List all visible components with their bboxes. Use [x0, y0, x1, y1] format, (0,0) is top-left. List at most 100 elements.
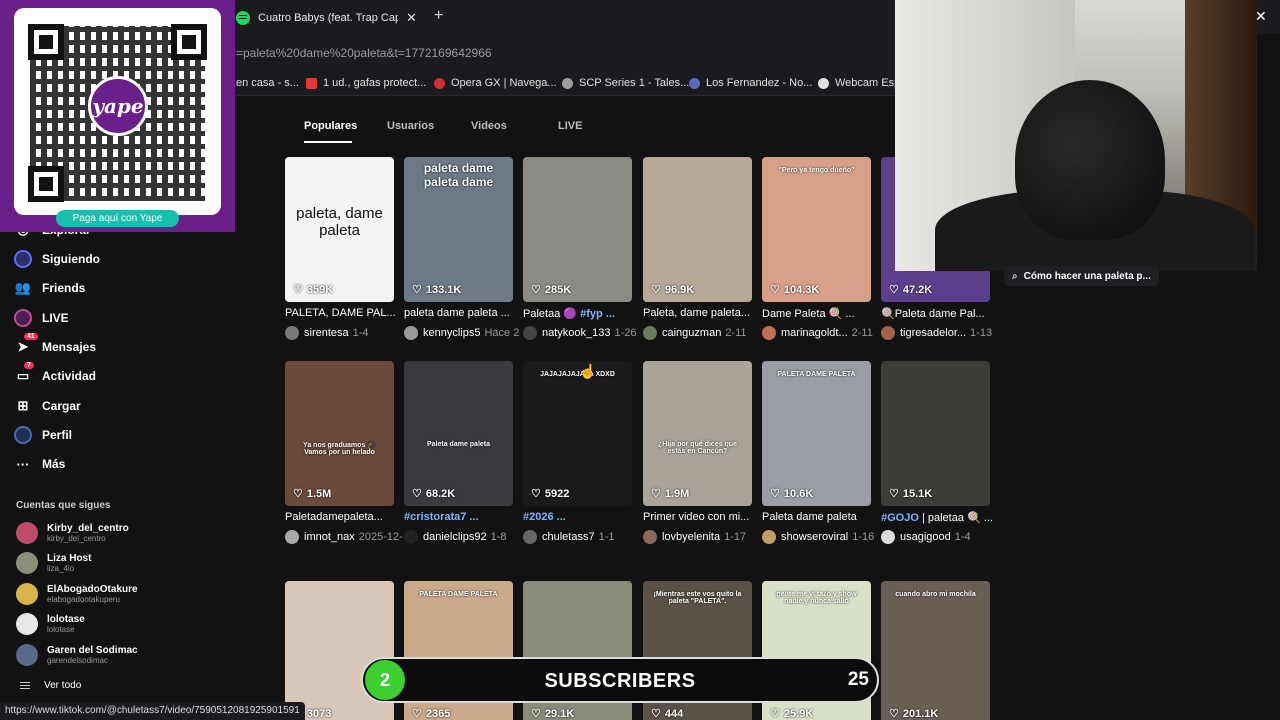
spotify-icon [236, 11, 250, 25]
video-description[interactable]: Paletaa 🟣 #fyp ... [523, 307, 639, 320]
webcam-overlay [895, 0, 1257, 271]
hashtag[interactable]: #GOJO [881, 512, 919, 524]
video-author[interactable]: showseroviral 1-16 [762, 530, 880, 544]
account-handle: lolotase [47, 624, 75, 634]
video-description[interactable]: Paleta dame paleta [762, 511, 878, 523]
hashtag[interactable]: #fyp ... [580, 308, 615, 320]
tab-usuarios[interactable]: Usuarios [387, 120, 434, 132]
video-thumbnail[interactable]: "Pero ya tengo dueño" ♡ 104.3K [762, 157, 871, 302]
url-text[interactable]: =paleta%20dame%20paleta&t=1772169642966 [236, 46, 492, 60]
search-suggestion[interactable]: ⌕ Cómo hacer una paleta p... [1004, 266, 1159, 286]
close-icon[interactable]: ✕ [1255, 8, 1267, 25]
video-thumbnail[interactable]: cuando abro mi mochila ♡ 201.1K [881, 581, 990, 720]
friends-icon: 👥 [14, 280, 32, 295]
like-count: ♡ 444 [651, 707, 683, 720]
video-author[interactable]: sirentesa 1-4 [285, 326, 403, 340]
followed-account[interactable]: Liza Host liza_4io [16, 550, 91, 576]
bookmark[interactable]: en casa - s... [236, 77, 299, 89]
hashtag[interactable]: #2026 ... [523, 511, 566, 523]
like-count-value: 96.9K [664, 283, 695, 296]
sidebar-item-friends[interactable]: 👥 Friends [14, 277, 85, 299]
video-thumbnail[interactable]: PALETA DAME PALETA ♡ 10.6K [762, 361, 871, 506]
sidebar-item-mas[interactable]: ··· Más [14, 453, 66, 475]
video-description[interactable]: #2026 ... [523, 511, 639, 523]
subscribers-label: SUBSCRIBERS [544, 670, 696, 692]
bookmark[interactable]: Opera GX | Navega... [434, 77, 557, 89]
sidebar-item-label: Friends [42, 281, 86, 295]
video-author[interactable]: chuletass7 1-1 [523, 530, 641, 544]
sidebar-item-perfil[interactable]: Perfil [14, 424, 72, 446]
video-author[interactable]: natykook_133 1-26 [523, 326, 641, 340]
active-tab-indicator [304, 141, 352, 143]
author-avatar [523, 326, 537, 340]
video-thumbnail[interactable]: Paleta dame paleta ♡ 68.2K [404, 361, 513, 506]
thumbnail-caption: Paleta dame paleta [426, 441, 491, 448]
video-author[interactable]: imnot_nax 2025-12- [285, 530, 403, 544]
bookmark[interactable]: Webcam Espe [818, 77, 906, 89]
description-text: Paletaa 🟣 [523, 308, 581, 320]
followed-account[interactable]: lolotase lolotase [16, 611, 85, 637]
video-thumbnail[interactable]: JAJAJAJAJAJA XDXD ♡ 5922 [523, 361, 632, 506]
description-text: | paletaa 🍭 ... [918, 512, 993, 524]
video-author[interactable]: lovbyelenita 1-17 [643, 530, 761, 544]
like-count-value: 104.3K [783, 283, 820, 296]
tab-videos[interactable]: Videos [471, 120, 507, 132]
sidebar-item-cargar[interactable]: ⊞ Cargar [14, 395, 81, 417]
hashtag[interactable]: #cristorata7 ... [404, 511, 479, 523]
video-thumbnail[interactable]: paleta dame paleta dame ♡ 133.1K [404, 157, 513, 302]
video-author[interactable]: cainguzman 2-11 [643, 326, 761, 340]
video-thumbnail[interactable]: ¿Hija por qué dices que estás en Cancún?… [643, 361, 752, 506]
video-author[interactable]: usagigood 1-4 [881, 530, 999, 544]
video-description[interactable]: paleta dame paleta ... [404, 307, 520, 319]
followed-account[interactable]: Garen del Sodimac garendelsodimac [16, 642, 138, 668]
heart-icon: ♡ [770, 708, 780, 720]
video-description[interactable]: Dame Paleta 🍭 ... [762, 307, 878, 320]
bookmark[interactable]: 1 ud., gafas protect... [306, 77, 426, 89]
video-thumbnail[interactable]: Ya nos graduamos 🎓 Vamos por un helado ♡ 1… [285, 361, 394, 506]
video-author[interactable]: kennyclips5 Hace 2 [404, 326, 522, 340]
like-count-value: 3073 [306, 707, 332, 720]
video-description[interactable]: Paletadamepaleta... [285, 511, 401, 523]
sidebar-item-label: Más [42, 457, 66, 471]
sidebar-item-live[interactable]: LIVE [14, 307, 69, 329]
author-username: tigresadelor... [900, 327, 967, 339]
video-description[interactable]: 🍭Paleta dame Pal... [881, 307, 997, 320]
video-description[interactable]: #cristorata7 ... [404, 511, 520, 523]
video-description[interactable]: Primer video con mi... [643, 511, 759, 523]
author-avatar [285, 530, 299, 544]
account-name: lolotase [47, 613, 85, 625]
video-author[interactable]: marinagoldt... 2-11 [762, 326, 880, 340]
sidebar-item-siguiendo[interactable]: Siguiendo [14, 248, 100, 270]
video-date: 2-11 [851, 327, 873, 339]
video-author[interactable]: danielclips92 1-8 [404, 530, 522, 544]
heart-icon: ♡ [531, 488, 541, 500]
followed-account[interactable]: Kirby_del_centro kirby_del_centro [16, 520, 129, 546]
video-thumbnail[interactable]: ♡ 15.1K [881, 361, 990, 506]
followed-account[interactable]: ElAbogadoOtakure elabogadootakuperu [16, 581, 138, 607]
video-thumbnail[interactable]: ♡ 96.9K [643, 157, 752, 302]
browser-tab[interactable]: Cuatro Babys (feat. Trap Capos, Nokles) … [236, 6, 426, 30]
bookmark-label: Opera GX | Navega... [451, 77, 557, 89]
sidebar-item-mensajes[interactable]: ➤ 41 Mensajes [14, 333, 96, 358]
sidebar-item-actividad[interactable]: ▭ 7 Actividad [14, 362, 97, 387]
video-description[interactable]: PALETA, DAME PAL... [285, 307, 401, 319]
video-thumbnail[interactable]: ♡ 285K [523, 157, 632, 302]
see-all-link[interactable]: Ver todo [20, 680, 81, 691]
video-author[interactable]: tigresadelor... 1-13 [881, 326, 999, 340]
like-count-value: 133.1K [425, 283, 462, 296]
subscribers-count: 25 [847, 669, 869, 690]
author-avatar [404, 326, 418, 340]
pay-with-yape-button[interactable]: Paga aquí con Yape [56, 210, 179, 227]
thumbnail-caption: ¿Hija por qué dices que estás en Cancún? [658, 441, 737, 455]
video-thumbnail[interactable]: paleta, dame paleta ♡ 359K [285, 157, 394, 302]
bookmark[interactable]: Los Fernandez - No... [689, 77, 812, 89]
sidebar-item-label: Actividad [42, 369, 97, 383]
bookmark[interactable]: SCP Series 1 - Tales... [562, 77, 689, 89]
bookmark-icon [818, 77, 829, 89]
new-tab-button[interactable]: + [434, 7, 443, 25]
video-description[interactable]: #GOJO | paletaa 🍭 ... [881, 511, 997, 524]
tab-close-icon[interactable]: ✕ [406, 10, 417, 26]
tab-live[interactable]: LIVE [558, 120, 582, 132]
tab-populares[interactable]: Populares [304, 120, 357, 132]
video-description[interactable]: Paleta, dame paleta... [643, 307, 759, 319]
